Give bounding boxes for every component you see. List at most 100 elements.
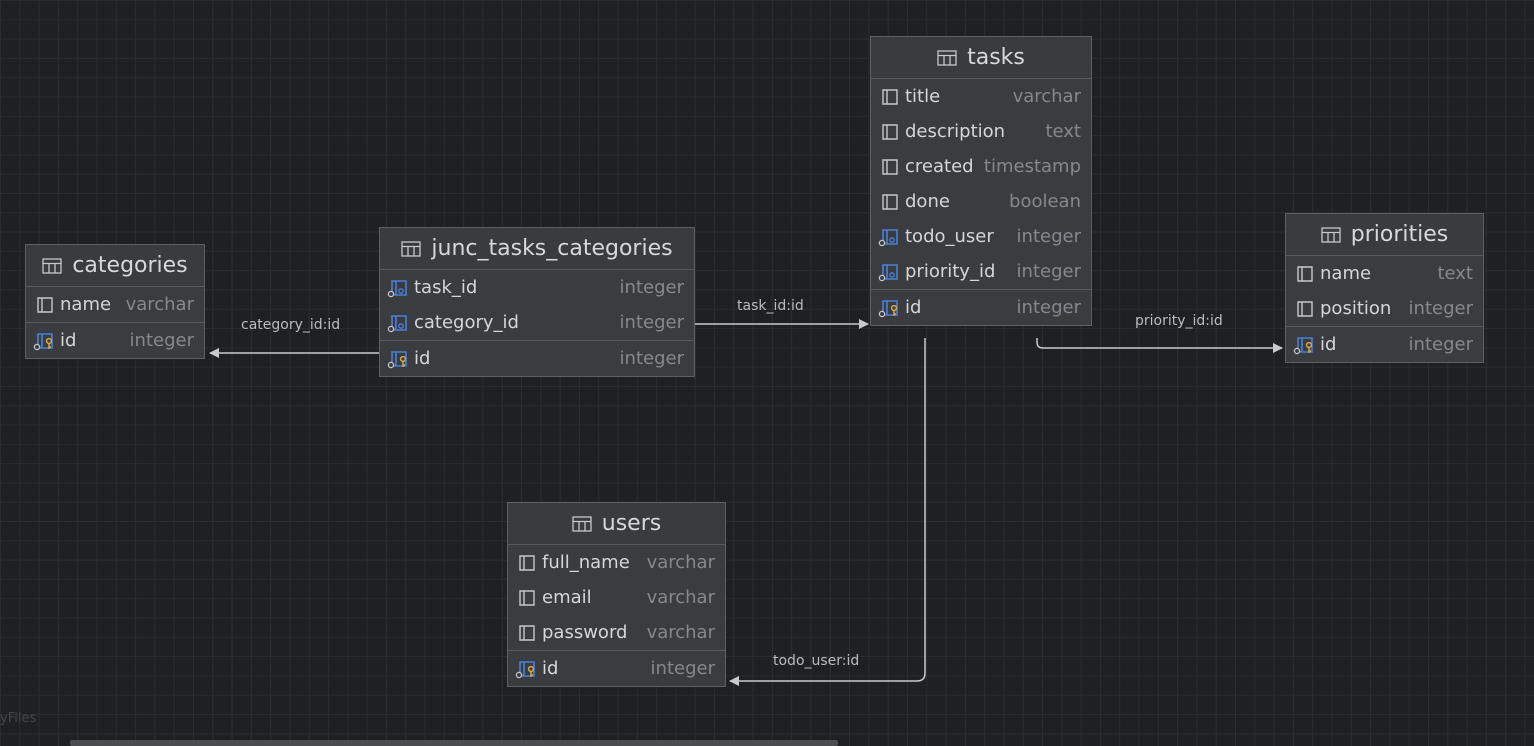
column-type: varchar bbox=[125, 294, 194, 315]
column-row[interactable]: todo_user integer bbox=[871, 219, 1091, 254]
column-row[interactable]: title varchar bbox=[871, 79, 1091, 114]
column-name: id bbox=[542, 658, 559, 679]
column-row[interactable]: done boolean bbox=[871, 184, 1091, 219]
column-row[interactable]: email varchar bbox=[508, 580, 725, 615]
foreign-key-icon bbox=[877, 262, 901, 282]
edge-tasks-to-users[interactable] bbox=[729, 338, 926, 686]
primary-key-icon bbox=[32, 331, 56, 351]
primary-key-icon bbox=[514, 659, 538, 679]
relation-label-category: category_id:id bbox=[241, 317, 341, 333]
column-icon bbox=[1292, 299, 1316, 319]
column-icon bbox=[877, 192, 901, 212]
column-type: integer bbox=[1016, 261, 1081, 282]
column-row[interactable]: description text bbox=[871, 114, 1091, 149]
table-header[interactable]: junc_tasks_categories bbox=[380, 228, 694, 270]
column-type: varchar bbox=[646, 587, 715, 608]
column-row[interactable]: task_id integer bbox=[380, 270, 694, 305]
column-row[interactable]: position integer bbox=[1286, 291, 1483, 326]
column-name: todo_user bbox=[905, 226, 994, 247]
column-type: integer bbox=[1408, 334, 1473, 355]
column-list: full_name varchar email varchar password varc… bbox=[508, 545, 725, 686]
watermark: yFiles bbox=[0, 711, 37, 726]
column-name: id bbox=[1320, 334, 1337, 355]
column-name: email bbox=[542, 587, 592, 608]
relation-label-todo-user: todo_user:id bbox=[773, 653, 860, 669]
column-name: name bbox=[1320, 263, 1372, 284]
column-type: integer bbox=[619, 348, 684, 369]
column-row[interactable]: priority_id integer bbox=[871, 254, 1091, 289]
table-name: categories bbox=[72, 253, 188, 278]
column-type: varchar bbox=[646, 622, 715, 643]
column-icon bbox=[877, 122, 901, 142]
column-list: title varchar description text created timest… bbox=[871, 79, 1091, 325]
table-icon bbox=[42, 257, 62, 274]
table-junc-tasks-categories[interactable]: junc_tasks_categories task_id integer cate… bbox=[379, 227, 695, 377]
column-row[interactable]: created timestamp bbox=[871, 149, 1091, 184]
column-name: id bbox=[60, 330, 77, 351]
column-row[interactable]: name text bbox=[1286, 256, 1483, 291]
column-name: category_id bbox=[414, 312, 519, 333]
table-priorities[interactable]: priorities name text position integer id inte… bbox=[1285, 213, 1484, 363]
table-header[interactable]: users bbox=[508, 503, 725, 545]
column-row[interactable]: full_name varchar bbox=[508, 545, 725, 580]
table-name: junc_tasks_categories bbox=[431, 236, 673, 261]
column-type: varchar bbox=[646, 552, 715, 573]
foreign-key-icon bbox=[386, 278, 410, 298]
column-icon bbox=[514, 623, 538, 643]
primary-key-row[interactable]: id integer bbox=[871, 289, 1091, 325]
column-icon bbox=[877, 157, 901, 177]
table-name: tasks bbox=[967, 45, 1025, 70]
primary-key-icon bbox=[386, 349, 410, 369]
column-icon bbox=[514, 553, 538, 573]
primary-key-row[interactable]: id integer bbox=[508, 650, 725, 686]
column-icon bbox=[32, 295, 56, 315]
column-list: task_id integer category_id integer id intege… bbox=[380, 270, 694, 376]
column-name: created bbox=[905, 156, 974, 177]
column-name: priority_id bbox=[905, 261, 996, 282]
column-type: boolean bbox=[1009, 191, 1081, 212]
relation-label-task: task_id:id bbox=[737, 298, 804, 314]
table-name: users bbox=[601, 511, 662, 536]
column-row[interactable]: name varchar bbox=[26, 287, 204, 322]
column-icon bbox=[877, 87, 901, 107]
column-row[interactable]: category_id integer bbox=[380, 305, 694, 340]
foreign-key-icon bbox=[386, 313, 410, 333]
table-icon bbox=[937, 49, 957, 66]
column-name: done bbox=[905, 191, 950, 212]
edge-tasks-to-priorities[interactable] bbox=[1036, 338, 1283, 353]
column-list: name varchar id integer bbox=[26, 287, 204, 358]
table-tasks[interactable]: tasks title varchar description text created… bbox=[870, 36, 1092, 326]
table-header[interactable]: tasks bbox=[871, 37, 1091, 79]
primary-key-row[interactable]: id integer bbox=[380, 340, 694, 376]
relations-layer bbox=[209, 319, 1283, 686]
table-header[interactable]: priorities bbox=[1286, 214, 1483, 256]
column-name: task_id bbox=[414, 277, 478, 298]
primary-key-icon bbox=[1292, 335, 1316, 355]
column-name: position bbox=[1320, 298, 1392, 319]
column-type: text bbox=[1045, 121, 1081, 142]
column-type: integer bbox=[1016, 297, 1081, 318]
table-icon bbox=[1321, 226, 1341, 243]
primary-key-row[interactable]: id integer bbox=[1286, 326, 1483, 362]
column-type: integer bbox=[650, 658, 715, 679]
column-type: integer bbox=[1016, 226, 1081, 247]
column-type: varchar bbox=[1012, 86, 1081, 107]
table-icon bbox=[572, 515, 592, 532]
column-type: integer bbox=[1408, 298, 1473, 319]
column-name: name bbox=[60, 294, 112, 315]
foreign-key-icon bbox=[877, 227, 901, 247]
column-icon bbox=[514, 588, 538, 608]
column-name: id bbox=[905, 297, 922, 318]
column-name: id bbox=[414, 348, 431, 369]
column-type: integer bbox=[619, 277, 684, 298]
horizontal-scrollbar[interactable] bbox=[70, 740, 838, 746]
table-categories[interactable]: categories name varchar id integer bbox=[25, 244, 205, 359]
column-row[interactable]: password varchar bbox=[508, 615, 725, 650]
table-users[interactable]: users full_name varchar email varchar passwo… bbox=[507, 502, 726, 687]
table-name: priorities bbox=[1350, 222, 1449, 247]
column-icon bbox=[1292, 264, 1316, 284]
primary-key-row[interactable]: id integer bbox=[26, 322, 204, 358]
column-type: integer bbox=[619, 312, 684, 333]
table-header[interactable]: categories bbox=[26, 245, 204, 287]
column-type: timestamp bbox=[983, 156, 1081, 177]
